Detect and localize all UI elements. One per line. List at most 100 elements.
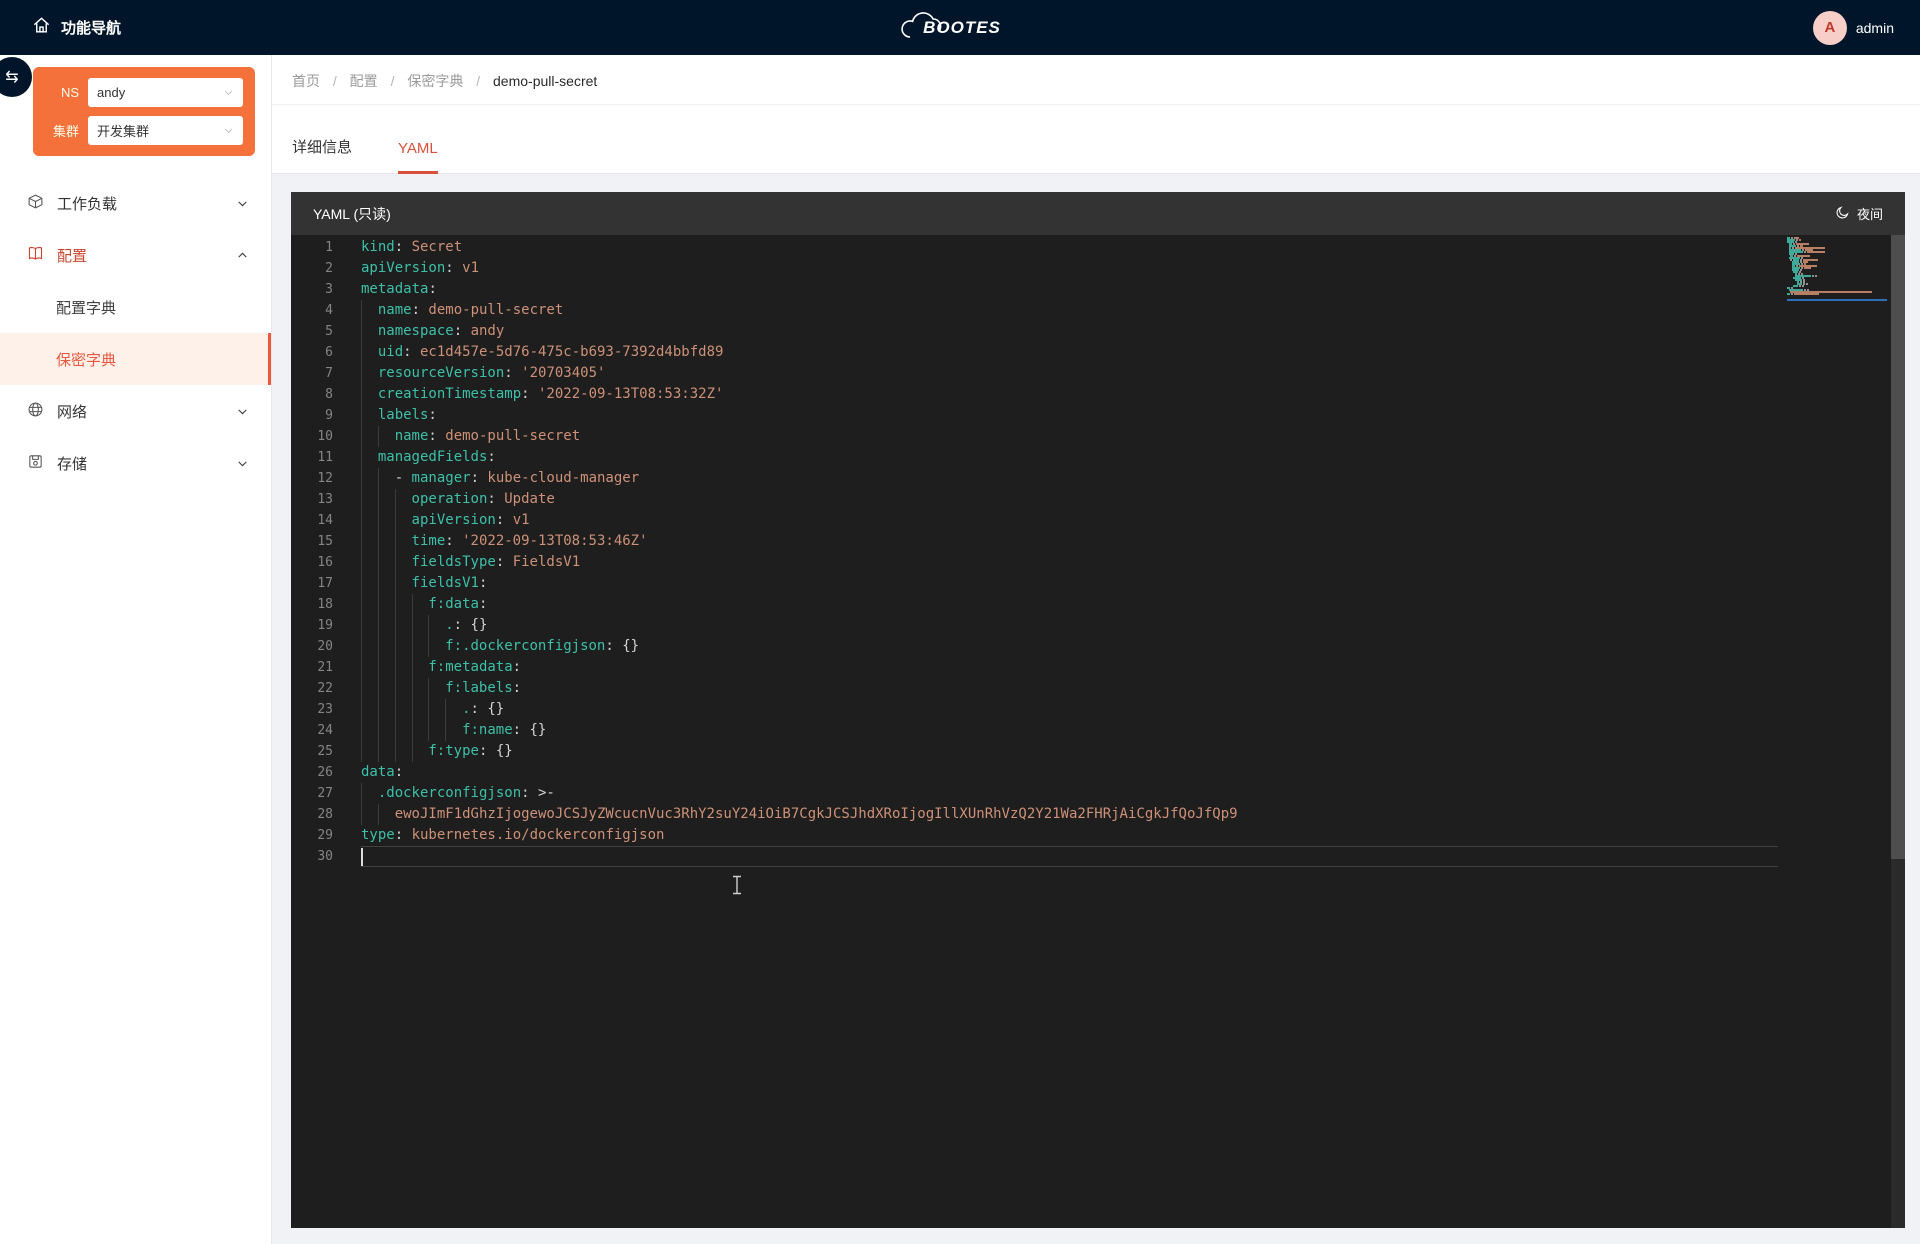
indent-guide	[361, 636, 378, 657]
code-line-19[interactable]: 19.: {}	[291, 615, 1778, 636]
code-line-11[interactable]: 11managedFields:	[291, 447, 1778, 468]
code-line-20[interactable]: 20f:.dockerconfigjson: {}	[291, 636, 1778, 657]
indent-guide	[361, 552, 378, 573]
breadcrumb-config[interactable]: 配置	[350, 73, 378, 89]
sidebar-item-network[interactable]: 网络	[0, 385, 271, 437]
indent-guide	[412, 657, 429, 678]
indent-guide	[361, 321, 378, 342]
indent-guide	[378, 426, 395, 447]
vertical-scrollbar	[1891, 235, 1905, 1228]
indent-guide	[378, 678, 395, 699]
code-line-26[interactable]: 26data:	[291, 762, 1778, 783]
tab-details[interactable]: 详细信息	[292, 136, 352, 173]
function-nav[interactable]: 功能导航	[32, 16, 121, 39]
indent-guide	[395, 615, 412, 636]
code-line-3[interactable]: 3metadata:	[291, 279, 1778, 300]
code-line-25[interactable]: 25f:type: {}	[291, 741, 1778, 762]
code-line-16[interactable]: 16fieldsType: FieldsV1	[291, 552, 1778, 573]
indent-guide	[361, 657, 378, 678]
code-line-14[interactable]: 14apiVersion: v1	[291, 510, 1778, 531]
code-line-24[interactable]: 24f:name: {}	[291, 720, 1778, 741]
tab-yaml[interactable]: YAML	[398, 140, 438, 174]
night-mode-toggle[interactable]: 夜间	[1835, 204, 1883, 223]
code-lines: 1kind: Secret2apiVersion: v13metadata:4n…	[291, 235, 1778, 867]
indent-guide	[412, 720, 429, 741]
sidebar-item-label: 存储	[57, 453, 87, 474]
indent-guide	[412, 636, 429, 657]
indent-guide	[361, 342, 378, 363]
line-number: 29	[291, 825, 333, 846]
sidebar-item-label: 配置	[57, 245, 87, 266]
breadcrumb-separator: /	[476, 73, 480, 89]
code-line-27[interactable]: 27.dockerconfigjson: >-	[291, 783, 1778, 804]
code-line-8[interactable]: 8creationTimestamp: '2022-09-13T08:53:32…	[291, 384, 1778, 405]
sidebar-item-configmap[interactable]: 配置字典	[0, 281, 271, 333]
namespace-value: andy	[97, 85, 125, 100]
code-line-23[interactable]: 23.: {}	[291, 699, 1778, 720]
cluster-label: 集群	[45, 121, 79, 140]
user-menu[interactable]: A admin	[1813, 11, 1894, 45]
line-number: 19	[291, 615, 333, 636]
code-line-13[interactable]: 13operation: Update	[291, 489, 1778, 510]
breadcrumb-home[interactable]: 首页	[292, 73, 320, 89]
line-number: 25	[291, 741, 333, 762]
line-number: 12	[291, 468, 333, 489]
sidebar-item-workloads[interactable]: 工作负载	[0, 177, 271, 229]
indent-guide	[395, 636, 412, 657]
line-number: 30	[291, 846, 333, 867]
code-line-6[interactable]: 6uid: ec1d457e-5d76-475c-b693-7392d4bbfd…	[291, 342, 1778, 363]
content-header: 首页 / 配置 / 保密字典 / demo-pull-secret 详细信息 Y…	[272, 55, 1920, 174]
code-line-18[interactable]: 18f:data:	[291, 594, 1778, 615]
cluster-select[interactable]: 开发集群	[88, 116, 243, 145]
sidebar-item-config[interactable]: 配置	[0, 229, 271, 281]
sidebar-item-secret[interactable]: 保密字典	[0, 333, 271, 385]
code-line-21[interactable]: 21f:metadata:	[291, 657, 1778, 678]
line-number: 1	[291, 237, 333, 258]
line-number: 5	[291, 321, 333, 342]
indent-guide	[378, 489, 395, 510]
code-line-28[interactable]: 28ewoJImF1dGhzIjogewoJCSJyZWcucnVuc3RhY2…	[291, 804, 1778, 825]
code-line-29[interactable]: 29type: kubernetes.io/dockerconfigjson	[291, 825, 1778, 846]
code-line-17[interactable]: 17fieldsV1:	[291, 573, 1778, 594]
minimap[interactable]	[1787, 237, 1887, 301]
sidebar-collapse-button[interactable]: ⇆	[0, 57, 32, 97]
sidebar: ⇆ NS andy 集群 开发集群	[0, 55, 272, 1244]
code-line-4[interactable]: 4name: demo-pull-secret	[291, 300, 1778, 321]
chevron-down-icon	[236, 197, 249, 210]
code-line-22[interactable]: 22f:labels:	[291, 678, 1778, 699]
namespace-select[interactable]: andy	[88, 78, 243, 107]
line-number: 15	[291, 531, 333, 552]
indent-guide	[361, 594, 378, 615]
indent-guide	[428, 678, 445, 699]
indent-guide	[412, 594, 429, 615]
line-number: 11	[291, 447, 333, 468]
line-number: 4	[291, 300, 333, 321]
brand-logo: BOOTES	[919, 18, 1001, 38]
indent-guide	[395, 594, 412, 615]
indent-guide	[395, 510, 412, 531]
code-line-1[interactable]: 1kind: Secret	[291, 237, 1778, 258]
code-line-15[interactable]: 15time: '2022-09-13T08:53:46Z'	[291, 531, 1778, 552]
code-line-30[interactable]: 30	[291, 846, 1778, 867]
breadcrumb-current: demo-pull-secret	[493, 73, 597, 89]
code-line-9[interactable]: 9labels:	[291, 405, 1778, 426]
sidebar-item-storage[interactable]: 存储	[0, 437, 271, 489]
indent-guide	[361, 447, 378, 468]
box-icon	[27, 193, 44, 214]
scrollbar-slider[interactable]	[1891, 235, 1905, 859]
indent-guide	[361, 384, 378, 405]
code-line-7[interactable]: 7resourceVersion: '20703405'	[291, 363, 1778, 384]
code-line-5[interactable]: 5namespace: andy	[291, 321, 1778, 342]
code-line-10[interactable]: 10name: demo-pull-secret	[291, 426, 1778, 447]
indent-guide	[395, 657, 412, 678]
line-number: 3	[291, 279, 333, 300]
indent-guide	[378, 531, 395, 552]
code-area[interactable]: 1kind: Secret2apiVersion: v13metadata:4n…	[291, 235, 1905, 1228]
indent-guide	[361, 699, 378, 720]
user-name: admin	[1856, 20, 1894, 36]
storage-icon	[27, 453, 44, 474]
code-line-2[interactable]: 2apiVersion: v1	[291, 258, 1778, 279]
breadcrumb-secret[interactable]: 保密字典	[407, 73, 463, 89]
code-line-12[interactable]: 12- manager: kube-cloud-manager	[291, 468, 1778, 489]
indent-guide	[378, 573, 395, 594]
